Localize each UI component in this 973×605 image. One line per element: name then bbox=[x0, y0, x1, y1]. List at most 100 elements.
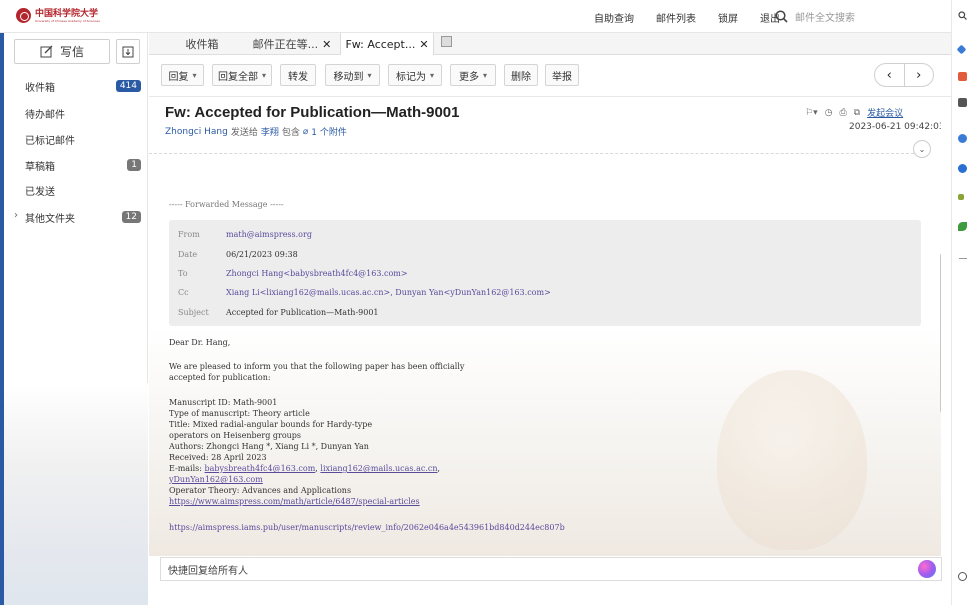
move-to-button[interactable]: 移动到 ▾ bbox=[325, 64, 380, 86]
prev-mail-button[interactable]: ‹ bbox=[875, 64, 905, 86]
reply-button[interactable]: 回复 ▾ bbox=[161, 64, 204, 86]
folder-other[interactable]: 其他文件夹 12 bbox=[25, 208, 141, 226]
reading-pane: Fw: Accepted for Publication—Math-9001 Z… bbox=[149, 98, 941, 556]
print-icon[interactable]: ⎙ bbox=[839, 108, 846, 118]
note-icon[interactable] bbox=[958, 194, 964, 200]
folder-label: 待办邮件 bbox=[25, 109, 65, 121]
tab-label: 收件箱 bbox=[185, 38, 219, 51]
chevron-down-icon: ▾ bbox=[192, 70, 197, 80]
folder-flagged[interactable]: 已标记邮件 bbox=[25, 130, 141, 148]
header-row-cc: Cc Xiang Li<lixiang162@mails.ucas.ac.cn>… bbox=[178, 288, 551, 298]
contacts-icon[interactable] bbox=[958, 98, 967, 107]
sidebar-accent-strip bbox=[0, 33, 4, 605]
chevron-right-icon: › bbox=[916, 67, 922, 83]
top-links: 自助查询 邮件列表 锁屏 退出 bbox=[594, 10, 802, 25]
lock-screen-link[interactable]: 锁屏 bbox=[718, 10, 738, 25]
other-count-badge: 12 bbox=[121, 211, 141, 223]
header-value[interactable]: Xiang Li<lixiang162@mails.ucas.ac.cn>, D… bbox=[226, 288, 551, 298]
manuscript-received: Received: 28 April 2023 bbox=[169, 453, 267, 462]
header-value[interactable]: Zhongci Hang<babysbreath4fc4@163.com> bbox=[226, 269, 408, 279]
mail-navigation: ‹ › bbox=[874, 63, 934, 87]
tab-inbox[interactable]: 收件箱 bbox=[167, 33, 237, 55]
mail-list-link[interactable]: 邮件列表 bbox=[656, 10, 696, 25]
email-link[interactable]: babysbreath4fc4@163.com bbox=[205, 464, 316, 473]
fulltext-search[interactable]: 邮件全文搜索 bbox=[775, 6, 935, 26]
body-line: accepted for publication: bbox=[169, 373, 271, 382]
vertical-scrollbar[interactable] bbox=[940, 253, 941, 413]
header-key: From bbox=[178, 230, 200, 239]
write-button[interactable]: 写信 bbox=[14, 39, 110, 64]
flag-icon[interactable]: ⚐▾ bbox=[805, 108, 818, 118]
sidebar-background bbox=[0, 383, 148, 605]
header-row-to: To Zhongci Hang<babysbreath4fc4@163.com> bbox=[178, 269, 408, 279]
leaf-icon[interactable] bbox=[958, 222, 967, 231]
settings-icon[interactable] bbox=[958, 572, 967, 581]
tab-bar: 收件箱 邮件正在等... ✕ Fw: Accept... ✕ bbox=[149, 33, 951, 56]
folder-label: 已标记邮件 bbox=[25, 135, 75, 147]
mail-toolbar: 回复 ▾ 回复全部 ▾ 转发 移动到 ▾ 标记为 ▾ 更多 ▾ 删除 举报 ‹ › bbox=[149, 55, 951, 97]
mark-as-button[interactable]: 标记为 ▾ bbox=[388, 64, 442, 86]
tab-current-mail[interactable]: Fw: Accept... ✕ bbox=[340, 33, 434, 56]
report-button[interactable]: 举报 bbox=[545, 64, 579, 86]
self-service-link[interactable]: 自助查询 bbox=[594, 10, 634, 25]
folder-label: 已发送 bbox=[25, 186, 55, 198]
app-icon-blue[interactable] bbox=[956, 44, 967, 55]
header-key: Date bbox=[178, 250, 198, 259]
search-icon[interactable] bbox=[958, 11, 967, 20]
cloud-icon[interactable] bbox=[958, 164, 967, 173]
search-placeholder[interactable]: 邮件全文搜索 bbox=[795, 9, 855, 24]
forwarded-message-line: ----- Forwarded Message ----- bbox=[169, 200, 284, 209]
receive-mail-button[interactable] bbox=[116, 39, 140, 64]
tab-waiting-mail[interactable]: 邮件正在等... ✕ bbox=[244, 33, 340, 55]
header-value: 06/21/2023 09:38 bbox=[226, 250, 298, 259]
button-label: 回复 bbox=[168, 71, 189, 83]
forward-button[interactable]: 转发 bbox=[280, 64, 316, 86]
chevron-right-icon[interactable]: › bbox=[14, 210, 18, 221]
review-url[interactable]: https://aimspress.iams.pub/user/manuscri… bbox=[169, 523, 565, 532]
next-mail-button[interactable]: › bbox=[905, 64, 934, 86]
divider-icon bbox=[959, 258, 967, 259]
header-key: Subject bbox=[178, 308, 209, 317]
include-text: 包含 bbox=[281, 128, 300, 138]
email-link[interactable]: lixiang162@mails.ucas.ac.cn bbox=[320, 464, 437, 473]
quick-reply-input[interactable]: 快捷回复给所有人 bbox=[160, 557, 942, 581]
tab-label: 邮件正在等... bbox=[252, 38, 319, 51]
article-url[interactable]: https://www.aimspress.com/math/article/6… bbox=[169, 497, 420, 506]
chevron-down-icon[interactable]: ⌄ bbox=[913, 140, 931, 158]
ucas-logo[interactable]: 中国科学院大学 University of Chinese Academy of… bbox=[16, 8, 100, 23]
folder-inbox[interactable]: 收件箱 414 bbox=[25, 77, 141, 95]
header-value[interactable]: math@aimspress.org bbox=[226, 230, 312, 240]
emails-line: E-mails: babysbreath4fc4@163.com, lixian… bbox=[169, 464, 441, 473]
email-link[interactable]: yDunYan162@163.com bbox=[169, 475, 263, 484]
chevron-down-icon: ▾ bbox=[482, 70, 487, 80]
header-value: Accepted for Publication—Math-9001 bbox=[226, 308, 379, 317]
close-icon[interactable]: ✕ bbox=[419, 38, 428, 51]
reply-all-button[interactable]: 回复全部 ▾ bbox=[212, 64, 272, 86]
article-link: https://www.aimspress.com/math/article/6… bbox=[169, 497, 420, 507]
attachment-link[interactable]: 1 个附件 bbox=[311, 125, 347, 138]
greeting: Dear Dr. Hang, bbox=[169, 338, 231, 347]
header-divider bbox=[149, 153, 919, 154]
balloon-background-image bbox=[717, 370, 867, 550]
folder-todo[interactable]: 待办邮件 bbox=[25, 104, 141, 122]
clock-icon[interactable]: ◷ bbox=[825, 108, 833, 118]
folder-sent[interactable]: 已发送 bbox=[25, 181, 141, 199]
quick-reply-placeholder[interactable]: 快捷回复给所有人 bbox=[168, 562, 248, 577]
delete-button[interactable]: 删除 bbox=[504, 64, 538, 86]
body-line: We are pleased to inform you that the fo… bbox=[169, 362, 465, 371]
search-icon bbox=[775, 9, 788, 23]
calendar-icon[interactable] bbox=[958, 134, 967, 143]
more-button[interactable]: 更多 ▾ bbox=[450, 64, 496, 86]
sender-name[interactable]: Zhongci Hang bbox=[165, 127, 228, 137]
header-key: To bbox=[178, 269, 188, 278]
mail-subject: Fw: Accepted for Publication—Math-9001 bbox=[165, 104, 460, 121]
mail-actions: ⚐▾ ◷ ⎙ ⧉ 发起会议 bbox=[805, 106, 903, 120]
close-icon[interactable]: ✕ bbox=[322, 38, 331, 51]
ai-assistant-icon[interactable] bbox=[918, 560, 936, 578]
gift-icon[interactable] bbox=[958, 72, 967, 81]
new-tab-icon[interactable] bbox=[441, 36, 452, 47]
recipient-name[interactable]: 李翔 bbox=[261, 125, 279, 138]
folder-drafts[interactable]: 草稿箱 1 bbox=[25, 156, 141, 174]
new-window-icon[interactable]: ⧉ bbox=[854, 108, 860, 118]
start-meeting-link[interactable]: 发起会议 bbox=[867, 106, 903, 119]
